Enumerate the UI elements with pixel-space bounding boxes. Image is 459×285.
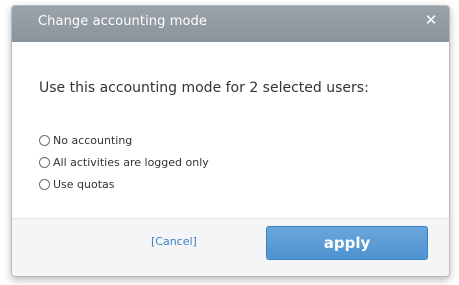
dialog-footer: [Cancel] apply: [12, 218, 449, 276]
close-icon[interactable]: ✕: [423, 12, 439, 28]
cancel-link[interactable]: [Cancel]: [151, 235, 197, 248]
option-all-activities-logged-only[interactable]: All activities are logged only: [39, 152, 209, 172]
dialog-titlebar: Change accounting mode ✕: [12, 6, 449, 42]
dialog-prompt: Use this accounting mode for 2 selected …: [39, 80, 369, 96]
accounting-mode-options: No accounting All activities are logged …: [39, 130, 209, 196]
radio-button[interactable]: [39, 178, 50, 190]
option-label: Use quotas: [53, 177, 115, 191]
change-accounting-mode-dialog: Change accounting mode ✕ Use this accoun…: [11, 5, 450, 277]
option-label: All activities are logged only: [53, 155, 209, 169]
option-no-accounting[interactable]: No accounting: [39, 130, 209, 150]
radio-button[interactable]: [39, 156, 50, 168]
option-use-quotas[interactable]: Use quotas: [39, 174, 209, 194]
dialog-title: Change accounting mode: [38, 14, 207, 29]
apply-button[interactable]: apply: [266, 226, 428, 260]
option-label: No accounting: [53, 133, 133, 147]
radio-button[interactable]: [39, 134, 50, 146]
